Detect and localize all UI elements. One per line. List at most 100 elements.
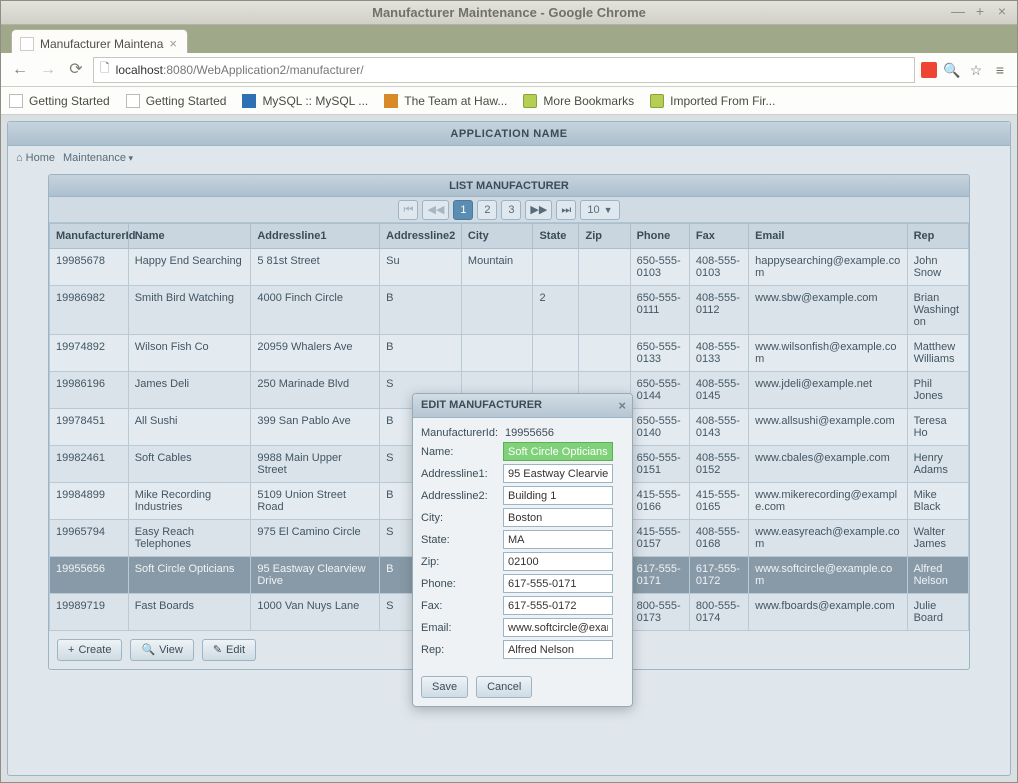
breadcrumb-maintenance[interactable]: Maintenance xyxy=(63,152,133,164)
field-label: Rep: xyxy=(421,644,503,656)
view-button[interactable]: 🔍View xyxy=(130,639,193,661)
table-cell: 800-555-0174 xyxy=(689,594,748,631)
addressline1-input[interactable] xyxy=(503,464,613,483)
dialog-close-icon[interactable]: × xyxy=(618,398,626,413)
table-cell xyxy=(533,335,579,372)
name-input[interactable] xyxy=(503,442,613,461)
table-cell xyxy=(461,286,533,335)
table-cell: 19955656 xyxy=(50,557,129,594)
bookmark-item[interactable]: Getting Started xyxy=(126,94,227,108)
bookmark-item[interactable]: Getting Started xyxy=(9,94,110,108)
table-row[interactable]: 19974892Wilson Fish Co20959 Whalers AveB… xyxy=(50,335,969,372)
fax-input[interactable] xyxy=(503,596,613,615)
zoom-icon[interactable]: 🔍 xyxy=(943,61,961,79)
table-cell: Soft Circle Opticians xyxy=(128,557,251,594)
menu-icon[interactable]: ≡ xyxy=(991,61,1009,79)
app-name-bar: APPLICATION NAME xyxy=(8,122,1010,146)
page-number-button[interactable]: 3 xyxy=(501,200,521,220)
column-header[interactable]: Addressline2 xyxy=(380,224,462,249)
back-button[interactable]: ← xyxy=(9,59,31,81)
bookmark-item[interactable]: Imported From Fir... xyxy=(650,94,775,108)
table-cell: Walter James xyxy=(907,520,968,557)
page-number-button[interactable]: 1 xyxy=(453,200,473,220)
table-cell: Alfred Nelson xyxy=(907,557,968,594)
extension-icon[interactable] xyxy=(921,62,937,78)
reload-button[interactable]: ⟳ xyxy=(65,59,87,81)
forward-button[interactable]: → xyxy=(37,59,59,81)
bookmark-item[interactable]: The Team at Haw... xyxy=(384,94,507,108)
table-cell: 5109 Union Street Road xyxy=(251,483,380,520)
table-cell: 4000 Finch Circle xyxy=(251,286,380,335)
window-maximize-icon[interactable]: + xyxy=(971,4,989,20)
column-header[interactable]: Email xyxy=(749,224,907,249)
page-number-button[interactable]: 2 xyxy=(477,200,497,220)
page-prev-button[interactable]: ◀◀ xyxy=(422,200,449,220)
page-last-button[interactable]: ⏭ xyxy=(556,200,576,220)
city-input[interactable] xyxy=(503,508,613,527)
create-button[interactable]: +Create xyxy=(57,639,122,661)
table-cell: All Sushi xyxy=(128,409,251,446)
bookmark-item[interactable]: MySQL :: MySQL ... xyxy=(242,94,368,108)
browser-toolbar: ← → ⟳ 🗋 localhost:8080/WebApplication2/m… xyxy=(1,53,1017,87)
phone-input[interactable] xyxy=(503,574,613,593)
state-input[interactable] xyxy=(503,530,613,549)
field-label: Name: xyxy=(421,446,503,458)
page-icon xyxy=(126,94,140,108)
column-header[interactable]: Fax xyxy=(689,224,748,249)
column-header[interactable]: Name xyxy=(128,224,251,249)
save-button[interactable]: Save xyxy=(421,676,468,698)
table-cell: Su xyxy=(380,249,462,286)
column-header[interactable]: City xyxy=(461,224,533,249)
zip-input[interactable] xyxy=(503,552,613,571)
table-cell: 19986982 xyxy=(50,286,129,335)
table-cell: 650-555-0151 xyxy=(630,446,689,483)
table-row[interactable]: 19986982Smith Bird Watching4000 Finch Ci… xyxy=(50,286,969,335)
column-header[interactable]: Zip xyxy=(579,224,630,249)
table-cell: 650-555-0103 xyxy=(630,249,689,286)
table-cell: 415-555-0165 xyxy=(689,483,748,520)
tab-close-icon[interactable]: × xyxy=(169,36,177,51)
page-first-button[interactable]: ⏮ xyxy=(398,200,418,220)
table-row[interactable]: 19985678Happy End Searching5 81st Street… xyxy=(50,249,969,286)
table-cell: 415-555-0157 xyxy=(630,520,689,557)
table-cell: 9988 Main Upper Street xyxy=(251,446,380,483)
column-header[interactable]: ManufacturerId xyxy=(50,224,129,249)
field-label: Addressline1: xyxy=(421,468,503,480)
column-header[interactable]: Phone xyxy=(630,224,689,249)
page-next-button[interactable]: ▶▶ xyxy=(525,200,552,220)
cancel-button[interactable]: Cancel xyxy=(476,676,532,698)
table-cell: 19982461 xyxy=(50,446,129,483)
table-cell: 650-555-0133 xyxy=(630,335,689,372)
table-cell: 408-555-0143 xyxy=(689,409,748,446)
dialog-title[interactable]: EDIT MANUFACTURER × xyxy=(413,394,632,418)
column-header[interactable]: Addressline1 xyxy=(251,224,380,249)
table-cell: Matthew Williams xyxy=(907,335,968,372)
table-cell: 408-555-0145 xyxy=(689,372,748,409)
table-cell: 975 El Camino Circle xyxy=(251,520,380,557)
edit-button[interactable]: ✎Edit xyxy=(202,639,256,661)
table-cell: happysearching@example.com xyxy=(749,249,907,286)
table-cell xyxy=(461,335,533,372)
table-cell: 650-555-0140 xyxy=(630,409,689,446)
breadcrumb-home[interactable]: Home xyxy=(16,152,55,164)
window-close-icon[interactable]: × xyxy=(993,4,1011,20)
table-cell: 408-555-0152 xyxy=(689,446,748,483)
window-minimize-icon[interactable]: — xyxy=(949,4,967,20)
bookmark-item[interactable]: More Bookmarks xyxy=(523,94,634,108)
column-header[interactable]: State xyxy=(533,224,579,249)
rep-input[interactable] xyxy=(503,640,613,659)
email-input[interactable] xyxy=(503,618,613,637)
table-cell xyxy=(579,335,630,372)
column-header[interactable]: Rep xyxy=(907,224,968,249)
table-cell: www.mikerecording@example.com xyxy=(749,483,907,520)
browser-tab[interactable]: Manufacturer Maintena × xyxy=(11,29,188,53)
folder-icon xyxy=(650,94,664,108)
manufacturer-id-value: 19955656 xyxy=(503,427,624,439)
addressline2-input[interactable] xyxy=(503,486,613,505)
star-icon[interactable]: ☆ xyxy=(967,61,985,79)
page-size-select[interactable]: 10▼ xyxy=(580,200,619,220)
panel-title: LIST MANUFACTURER xyxy=(49,175,969,197)
table-cell: 19978451 xyxy=(50,409,129,446)
url-bar[interactable]: 🗋 localhost:8080/WebApplication2/manufac… xyxy=(93,57,915,83)
browser-tabstrip: Manufacturer Maintena × xyxy=(1,25,1017,53)
